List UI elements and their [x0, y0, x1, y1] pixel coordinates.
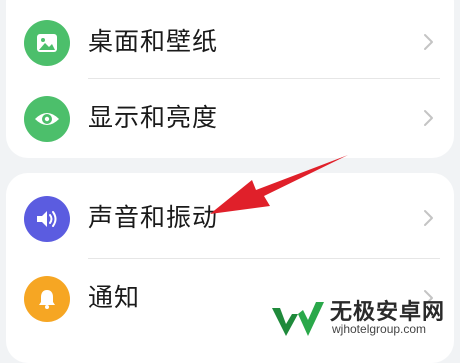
watermark-url: wjhotelgroup.com: [332, 322, 427, 336]
watermark: 无极安卓网 wjhotelgroup.com: [268, 290, 458, 342]
watermark-logo-icon: [272, 302, 324, 336]
